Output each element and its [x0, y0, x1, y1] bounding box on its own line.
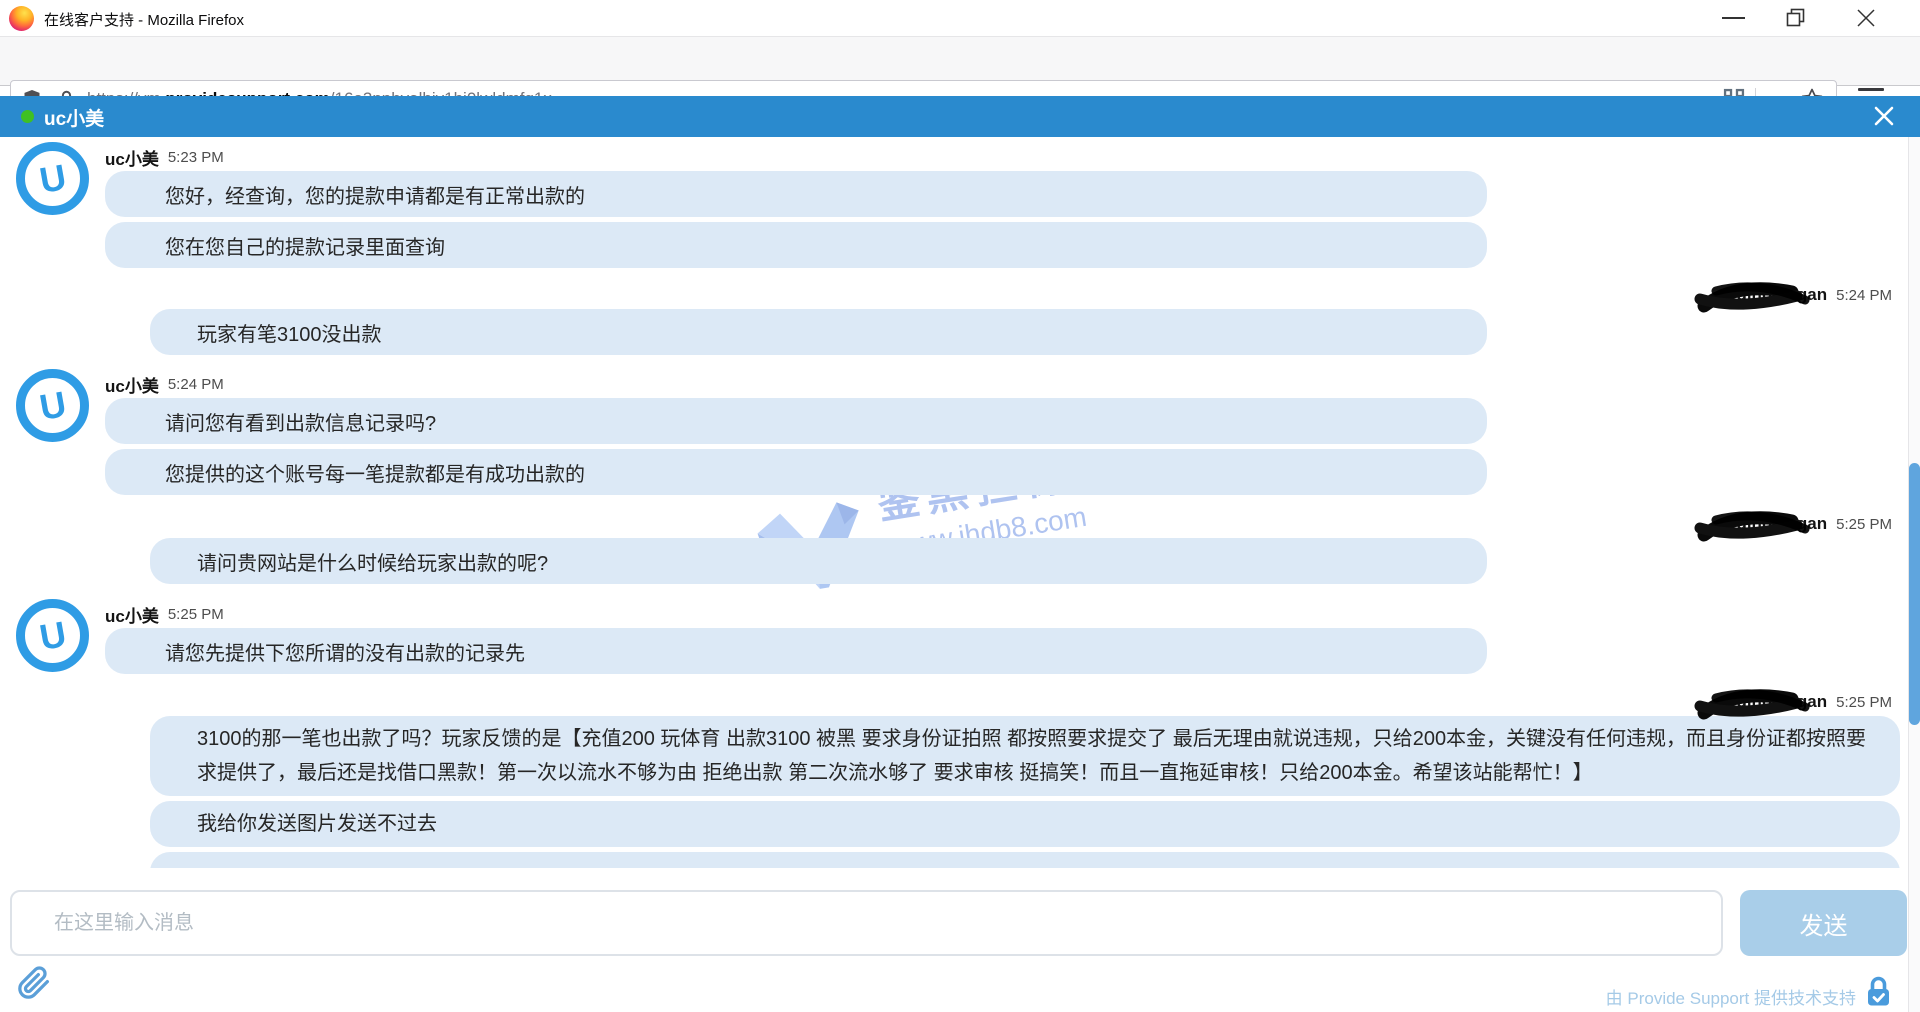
- agent-avatar: U: [16, 142, 89, 215]
- message-text: 请您先提供下您所谓的没有出款的记录先: [165, 637, 525, 666]
- sender-name: uc小美: [105, 145, 159, 170]
- send-button[interactable]: 发送: [1740, 890, 1907, 956]
- message-bubble: 您好，经查询，您的提款申请都是有正常出款的: [105, 171, 1487, 217]
- message-time: 5:23 PM: [168, 149, 224, 166]
- message-bubble: 请问您有看到出款信息记录吗?: [105, 398, 1487, 444]
- chat-agent-title: uc小美: [44, 104, 104, 131]
- sender-row: uc小美 5:25 PM: [105, 601, 1908, 627]
- online-status-dot: [21, 110, 34, 123]
- firefox-icon: [9, 6, 34, 31]
- message-text: 请问您有看到出款信息记录吗?: [165, 407, 436, 436]
- message-bubble: 3100的那一笔也出款了吗？玩家反馈的是【充值200 玩体育 出款3100 被黑…: [150, 716, 1900, 796]
- message-text: 您提供的这个账号每一笔提款都是有成功出款的: [165, 458, 585, 487]
- redacted-sender: dinghaigan: [1736, 514, 1827, 534]
- message-group-visitor: dinghaigan 5:25 PM 3100的那一笔也出款了吗？玩家反馈的是【…: [0, 689, 1908, 868]
- message-bubble: 请您先提供下您所谓的没有出款的记录先: [105, 628, 1487, 674]
- sender-name: dinghaigan: [1736, 285, 1827, 304]
- chat-header: uc小美: [0, 96, 1920, 137]
- close-icon: [1855, 7, 1877, 29]
- uc-logo-icon: U: [36, 613, 69, 659]
- restore-icon: [1786, 8, 1806, 28]
- secure-lock-icon: [1865, 976, 1892, 1012]
- message-text: 您好，经查询，您的提款申请都是有正常出款的: [165, 180, 585, 209]
- message-input[interactable]: [10, 890, 1723, 956]
- message-bubble: 玩家有笔3100没出款: [150, 309, 1487, 355]
- scrollbar-thumb[interactable]: [1909, 463, 1920, 725]
- message-text: 3100的那一笔也出款了吗？玩家反馈的是【充值200 玩体育 出款3100 被黑…: [197, 722, 1870, 790]
- message-time: 5:24 PM: [1836, 287, 1892, 304]
- uc-logo-icon: U: [36, 156, 69, 202]
- window-titlebar: 在线客户支持 - Mozilla Firefox: [0, 0, 1920, 37]
- sender-name: uc小美: [105, 602, 159, 627]
- message-group-agent: U uc小美 5:23 PM 您好，经查询，您的提款申请都是有正常出款的 您在您…: [0, 144, 1908, 268]
- agent-avatar: U: [16, 599, 89, 672]
- message-time: 5:25 PM: [168, 606, 224, 623]
- message-bubble: 我给你发送图片发送不过去: [150, 801, 1900, 847]
- message-text: 我给你发送图片发送不过去: [197, 807, 437, 841]
- message-bubble-partial: [150, 852, 1900, 868]
- sender-name: dinghaigan: [1736, 514, 1827, 533]
- message-time: 5:25 PM: [1836, 694, 1892, 711]
- powered-by-link[interactable]: 由 Provide Support 提供技术支持: [1606, 984, 1856, 1009]
- chat-close-button[interactable]: [1872, 104, 1896, 133]
- redacted-sender: dinghaigan: [1736, 285, 1827, 305]
- window-title: 在线客户支持 - Mozilla Firefox: [44, 9, 244, 30]
- message-bubble: 您在您自己的提款记录里面查询: [105, 222, 1487, 268]
- sender-row: dinghaigan 5:25 PM: [0, 511, 1908, 537]
- attach-file-button[interactable]: [16, 966, 52, 1002]
- sender-row: uc小美 5:23 PM: [105, 144, 1908, 170]
- message-bubble: 请问贵网站是什么时候给玩家出款的呢?: [150, 538, 1487, 584]
- close-icon: [1872, 104, 1896, 128]
- message-group-visitor: dinghaigan 5:24 PM 玩家有笔3100没出款: [0, 282, 1908, 355]
- sender-row: dinghaigan 5:25 PM: [0, 689, 1908, 715]
- browser-toolbar: https://vm.providesupport.com/16o3ppbyal…: [0, 37, 1920, 86]
- message-text: 您在您自己的提款记录里面查询: [165, 231, 445, 260]
- message-time: 5:24 PM: [168, 376, 224, 393]
- chat-message-list: 鉴黑担保网 www.jhdb8.com U uc小美 5:23 PM 您好，经查…: [0, 137, 1908, 868]
- sender-name: dinghaigan: [1736, 692, 1827, 711]
- restore-button[interactable]: [1786, 8, 1806, 33]
- message-text: 请问贵网站是什么时候给玩家出款的呢?: [197, 547, 548, 576]
- uc-logo-icon: U: [36, 383, 69, 429]
- sender-name: uc小美: [105, 372, 159, 397]
- minimize-button[interactable]: [1722, 17, 1745, 19]
- sender-row: uc小美 5:24 PM: [105, 371, 1908, 397]
- message-group-visitor: dinghaigan 5:25 PM 请问贵网站是什么时候给玩家出款的呢?: [0, 511, 1908, 584]
- close-window-button[interactable]: [1855, 7, 1877, 34]
- paperclip-icon: [17, 966, 51, 1000]
- message-group-agent: U uc小美 5:24 PM 请问您有看到出款信息记录吗? 您提供的这个账号每一…: [0, 371, 1908, 495]
- sender-row: dinghaigan 5:24 PM: [0, 282, 1908, 308]
- message-bubble: 您提供的这个账号每一笔提款都是有成功出款的: [105, 449, 1487, 495]
- agent-avatar: U: [16, 369, 89, 442]
- message-time: 5:25 PM: [1836, 516, 1892, 533]
- redacted-sender: dinghaigan: [1736, 692, 1827, 712]
- message-group-agent: U uc小美 5:25 PM 请您先提供下您所谓的没有出款的记录先: [0, 601, 1908, 674]
- message-text: 玩家有笔3100没出款: [197, 318, 382, 347]
